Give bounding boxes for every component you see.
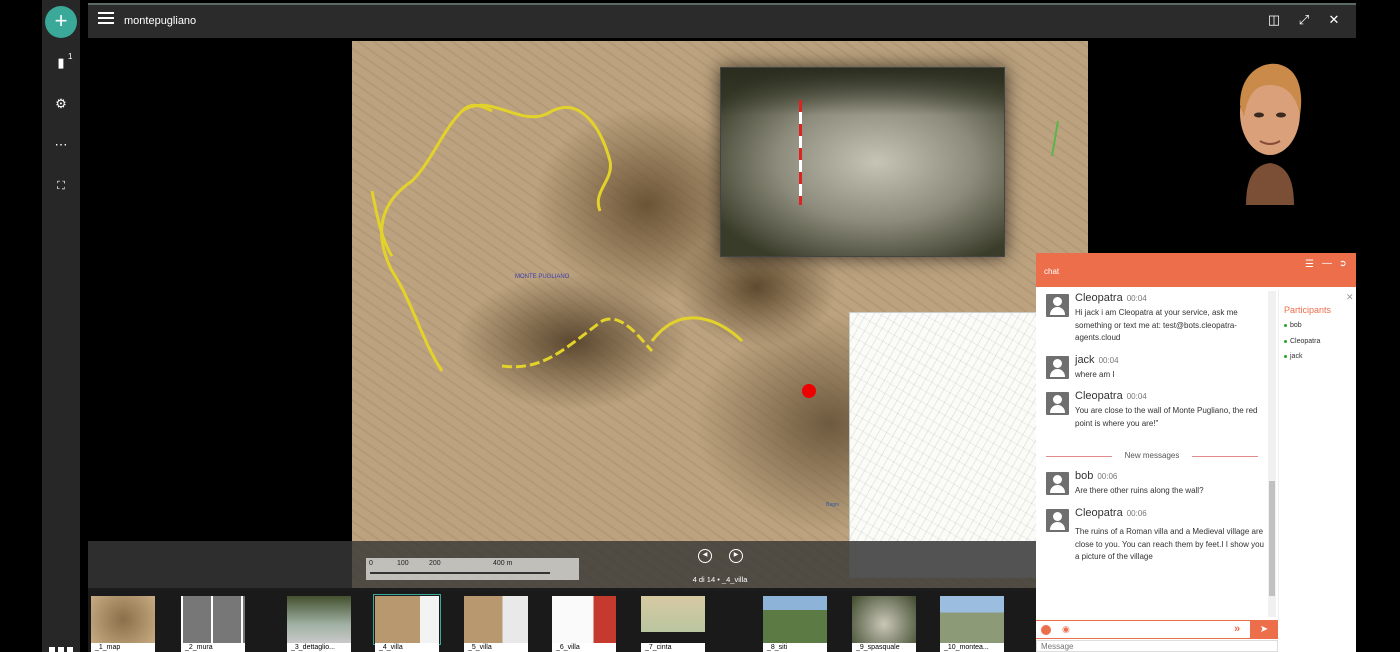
- thumbnail-label: _10_montea...: [940, 643, 1004, 652]
- thumbnail[interactable]: [641, 596, 705, 632]
- prev-icon[interactable]: ◀: [698, 549, 712, 563]
- scale-line: [370, 572, 550, 574]
- participant-item: jack: [1284, 353, 1302, 360]
- title-bar: [88, 5, 1356, 38]
- slides-badge: 1: [68, 52, 73, 61]
- message-text: where am I: [1075, 370, 1115, 379]
- thumbnail[interactable]: [464, 596, 528, 643]
- message-text: Hi jack i am Cleopatra at your service, …: [1075, 308, 1238, 343]
- wall-photo: [720, 67, 1005, 257]
- send-button[interactable]: ➤: [1250, 620, 1278, 639]
- message-input[interactable]: [1036, 640, 1278, 652]
- slide-pager: 4 di 14 • _4_villa: [692, 575, 748, 584]
- window-title: montepugliano: [124, 15, 197, 27]
- stage-controls-left: [88, 541, 352, 588]
- more-icon[interactable]: ⋯: [50, 136, 72, 154]
- participant-item: bob: [1284, 322, 1302, 329]
- menu-icon[interactable]: [98, 12, 114, 26]
- user-avatar-icon: [1046, 472, 1069, 495]
- message-text: The ruins of a Roman villa and a Medieva…: [1075, 527, 1265, 562]
- thumbnail[interactable]: [181, 596, 245, 643]
- new-messages-divider: New messages: [1046, 451, 1258, 461]
- gear-icon[interactable]: ⚙: [50, 95, 72, 113]
- message-time: 00:06: [1126, 509, 1147, 518]
- thumbnail-label: _7_cinta: [641, 643, 705, 652]
- thumbnail-label: _4_villa: [375, 643, 439, 652]
- avatar: [1240, 63, 1302, 205]
- participants-title: Participants: [1284, 305, 1332, 315]
- add-button[interactable]: +: [45, 6, 77, 38]
- thumbnail-label: _2_mura: [181, 643, 245, 652]
- scale-tick: 400 m: [493, 560, 513, 567]
- minimize-icon[interactable]: —: [1322, 258, 1332, 269]
- thumbnail-label: _1_map: [91, 643, 155, 652]
- message-scrollbar-track: [1268, 291, 1276, 617]
- scale-tick: 0: [369, 560, 373, 567]
- archaeological-plan: [849, 312, 1039, 578]
- message-author: Cleopatra: [1075, 390, 1123, 402]
- split-view-icon[interactable]: ◫: [1266, 13, 1282, 27]
- thumbnail[interactable]: [852, 596, 916, 643]
- user-avatar-icon: [1046, 356, 1069, 379]
- participant-name: Cleopatra: [1290, 338, 1321, 345]
- thumbnail[interactable]: [763, 596, 827, 643]
- message-time: 00:04: [1098, 356, 1119, 365]
- expand-icon[interactable]: ⤢: [1296, 13, 1312, 27]
- chat-toolbar: [1036, 620, 1278, 639]
- scale-tick: 100: [397, 560, 409, 567]
- participant-item: Cleopatra: [1284, 338, 1320, 345]
- thumbnail[interactable]: [940, 596, 1004, 643]
- thumbnail-label: _5_villa: [464, 643, 528, 652]
- app-root: + ▮ 1 ⚙ ⋯ ⛶ montepugliano ◫ ⤢ ✕ MONTE PU…: [0, 0, 1400, 652]
- user-avatar-icon: [1046, 509, 1069, 532]
- message-time: 00:04: [1126, 392, 1147, 401]
- measuring-pole: [799, 100, 802, 205]
- message-author: jack: [1075, 354, 1095, 366]
- chat-title: chat: [1044, 267, 1060, 276]
- exit-icon[interactable]: ➲: [1339, 258, 1347, 269]
- thumbnail[interactable]: [91, 596, 155, 643]
- thumbnail-label: _3_dettaglio...: [287, 643, 351, 652]
- chat-menu-icon[interactable]: ☰: [1305, 259, 1314, 270]
- thumbnail-label: _6_villa: [552, 643, 616, 652]
- message-author: Cleopatra: [1075, 292, 1123, 304]
- scrollbar-thumb[interactable]: [1269, 481, 1275, 596]
- fullscreen-icon[interactable]: ⛶: [50, 177, 72, 195]
- map-secondary-label: Bagni: [826, 502, 839, 508]
- thumbnail-label: _9_spasquale: [852, 643, 916, 652]
- participants-close-icon[interactable]: ✕: [1346, 292, 1354, 303]
- map-place-label: MONTE PUGLIANO: [515, 274, 570, 280]
- message-time: 00:04: [1126, 294, 1147, 303]
- emoji-icon[interactable]: [1041, 625, 1051, 635]
- message-text: Are there other ruins along the wall?: [1075, 486, 1204, 495]
- plan-overlay-band: [849, 541, 1039, 578]
- message-text: You are close to the wall of Monte Pugli…: [1075, 406, 1258, 428]
- user-avatar-icon: [1046, 392, 1069, 415]
- user-avatar-icon: [1046, 294, 1069, 317]
- thumbnail-label: _8_siti: [763, 643, 827, 652]
- next-icon[interactable]: ▶: [729, 549, 743, 563]
- thumbnail-active[interactable]: [373, 594, 441, 645]
- message-time: 00:06: [1097, 472, 1118, 481]
- send-icon: ➤: [1259, 624, 1269, 635]
- grid-icon[interactable]: [49, 647, 73, 652]
- message-author: bob: [1075, 470, 1094, 482]
- scale-tick: 200: [429, 560, 441, 567]
- expand-chat-icon[interactable]: »: [1234, 623, 1240, 635]
- message-author: Cleopatra: [1075, 507, 1123, 519]
- map-scale-bar: 0 100 200 400 m: [366, 558, 579, 580]
- current-location-marker: [802, 384, 816, 398]
- participant-name: jack: [1290, 353, 1303, 360]
- close-icon[interactable]: ✕: [1326, 13, 1342, 27]
- participant-name: bob: [1290, 322, 1302, 329]
- thumbnail[interactable]: [552, 596, 616, 643]
- thumbnail[interactable]: [287, 596, 351, 643]
- eye-icon[interactable]: ◉: [1062, 624, 1070, 635]
